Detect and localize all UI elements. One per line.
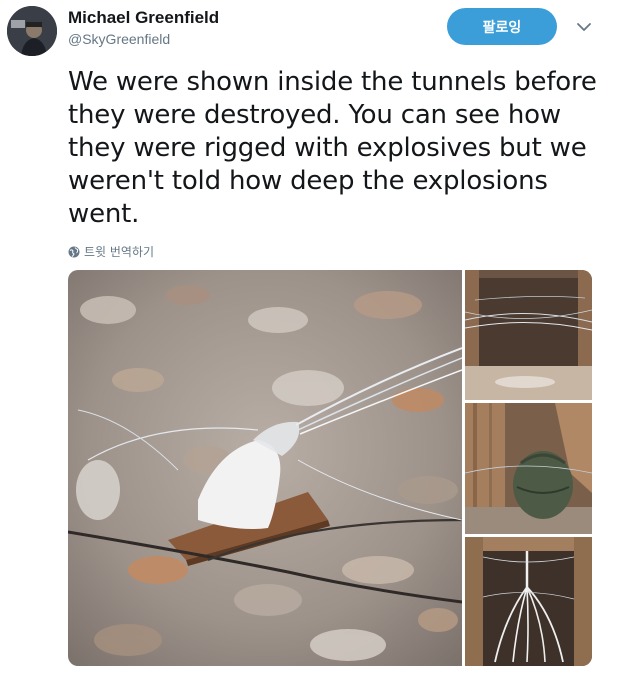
following-button[interactable]: 팔로잉: [447, 8, 557, 45]
tweet-text-line: they were rigged with explosives but we: [68, 133, 587, 163]
tweet-text-line: they were destroyed. You can see how: [68, 100, 561, 130]
tweet-text: We were shown inside the tunnels before …: [68, 66, 608, 231]
translate-label: 트윗 번역하기: [84, 245, 155, 259]
tweet-text-line: We were shown inside the tunnels before: [68, 67, 597, 97]
display-name[interactable]: Michael Greenfield: [68, 8, 219, 28]
tweet-card: Michael Greenfield @SkyGreenfield 팔로잉 We…: [0, 0, 623, 682]
handle[interactable]: @SkyGreenfield: [68, 31, 170, 47]
tunnel-photo-thumbnail[interactable]: [465, 270, 592, 400]
tweet-text-line: weren't told how deep the explosions: [68, 166, 548, 196]
tunnel-photo-thumbnail[interactable]: [465, 537, 592, 666]
tweet-text-line: went.: [68, 199, 140, 229]
tunnel-photo-thumbnail[interactable]: [465, 403, 592, 534]
translate-tweet-link[interactable]: 트윗 번역하기: [68, 243, 154, 260]
globe-icon: [68, 246, 80, 257]
tunnel-photo-main[interactable]: [68, 270, 462, 666]
avatar[interactable]: [7, 6, 57, 56]
chevron-down-icon[interactable]: [575, 18, 593, 36]
media-grid: [68, 270, 592, 666]
